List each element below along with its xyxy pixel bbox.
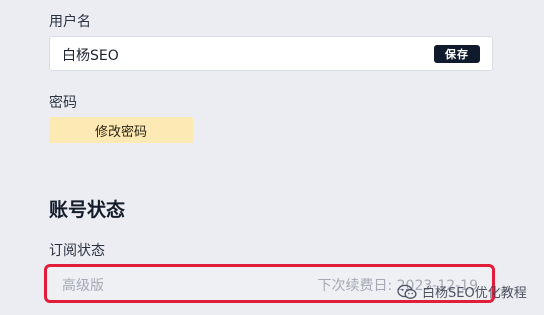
watermark-text: 白杨SEO优化教程 [422, 286, 527, 301]
username-label: 用户名 [49, 14, 91, 30]
change-password-button[interactable]: 修改密码 [49, 117, 193, 143]
account-status-heading: 账号状态 [49, 199, 126, 221]
subscription-status-label: 订阅状态 [49, 243, 105, 259]
watermark: 白杨SEO优化教程 [397, 282, 527, 301]
account-settings-page: 用户名 白杨SEO 保存 密码 修改密码 账号状态 订阅状态 高级版 下次续费日… [0, 0, 544, 315]
username-value[interactable]: 白杨SEO [62, 45, 119, 65]
username-field[interactable]: 白杨SEO 保存 [49, 36, 493, 71]
password-label: 密码 [49, 95, 77, 111]
plan-name: 高级版 [62, 278, 104, 294]
wechat-icon [397, 284, 417, 299]
save-button[interactable]: 保存 [434, 45, 480, 63]
